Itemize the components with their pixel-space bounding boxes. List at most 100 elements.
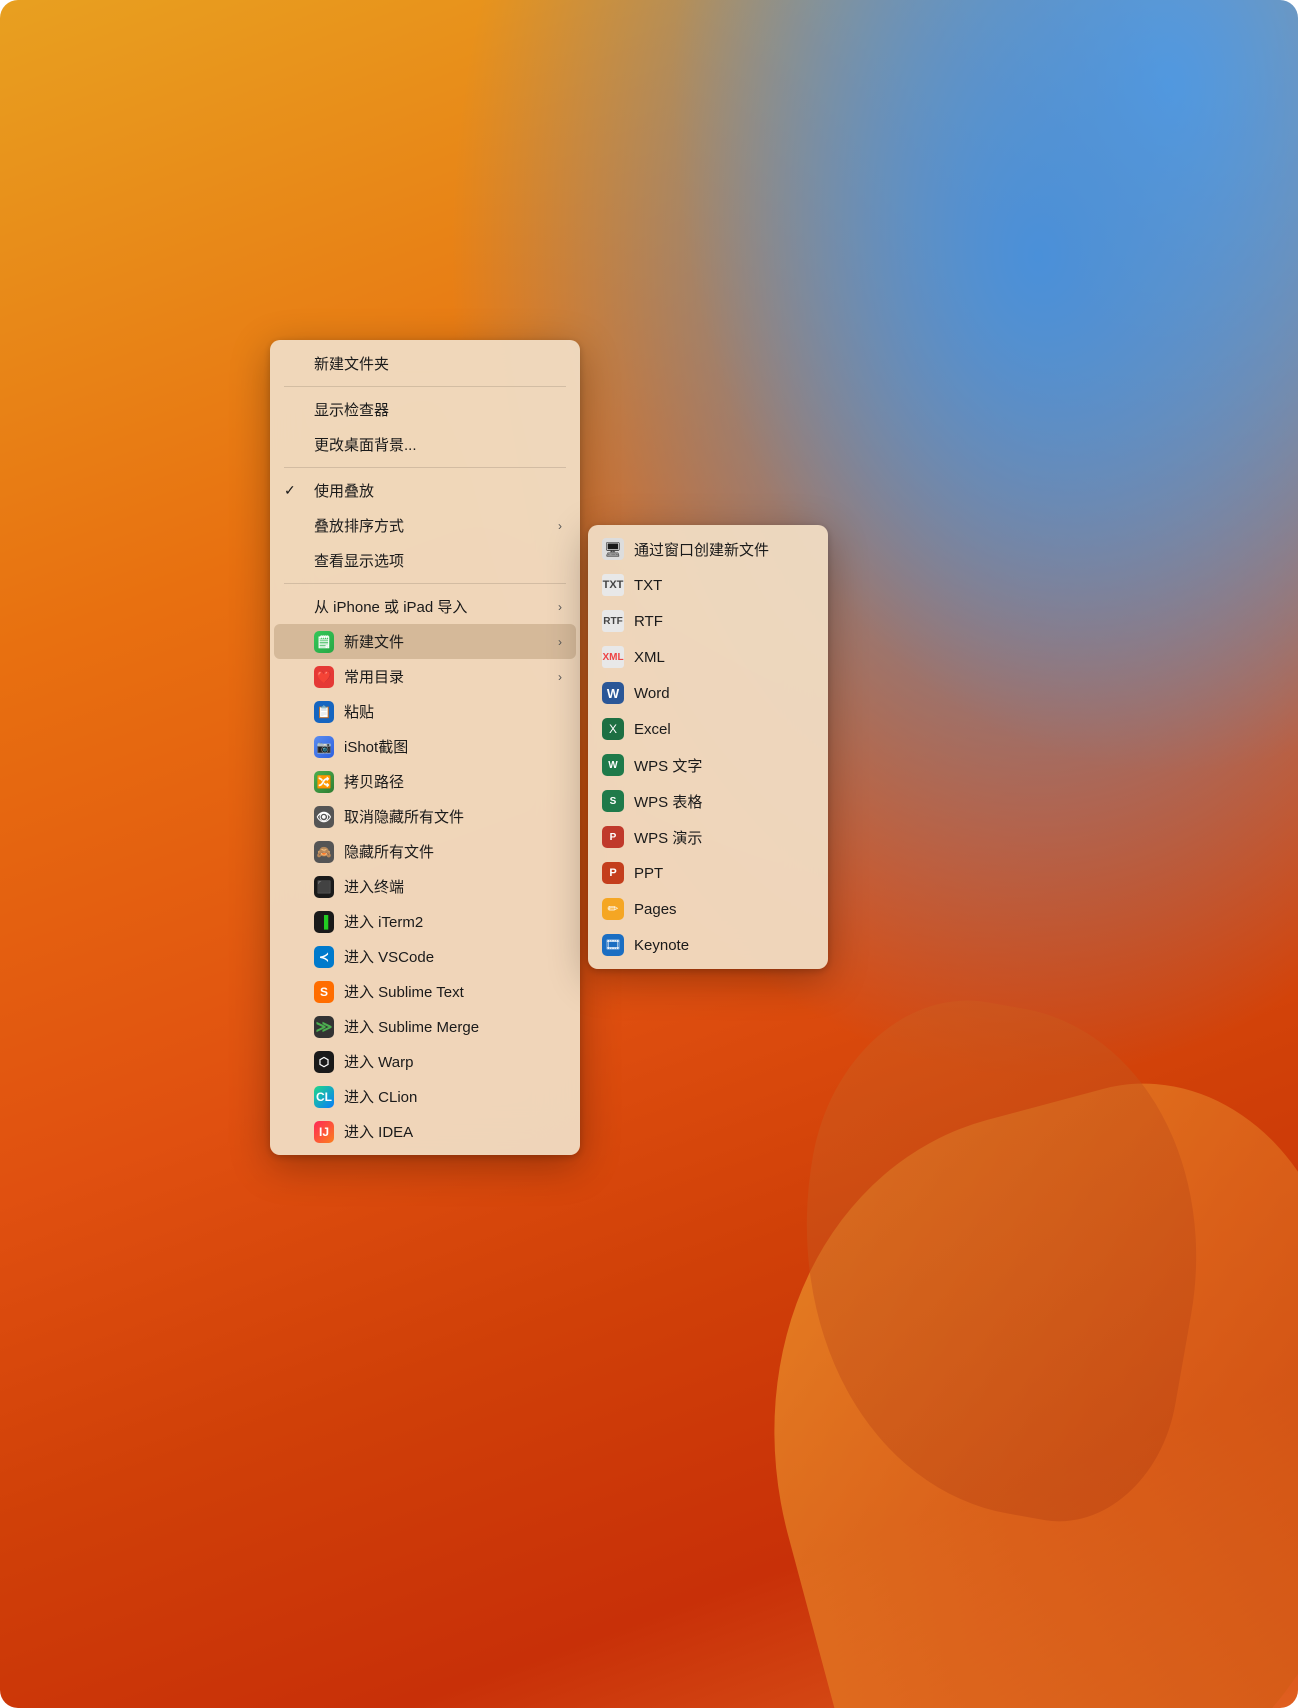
menu-item-terminal-label: 进入终端 (344, 876, 562, 897)
menu-item-ishot-label: iShot截图 (344, 736, 562, 757)
submenu-item-excel[interactable]: X Excel (588, 711, 828, 747)
menu-item-paste[interactable]: 📋 粘贴 (270, 694, 580, 729)
submenu-item-rtf[interactable]: RTF RTF (588, 603, 828, 639)
submenu-item-new-via-window-label: 通过窗口创建新文件 (634, 539, 769, 560)
sublime-merge-app-icon: ≫ (314, 1017, 334, 1037)
wps-text-icon: W (602, 754, 624, 776)
new-file-icon: 🗒 (314, 632, 334, 652)
excel-icon: X (602, 718, 624, 740)
clion-app-icon: CL (314, 1087, 334, 1107)
window-icon: 🖥 (602, 538, 624, 560)
context-menu-wrapper: 新建文件夹 显示检查器 更改桌面背景... ✓ 使用叠放 (270, 340, 580, 1155)
submenu-item-wps-table-label: WPS 表格 (634, 791, 702, 812)
menu-item-common-dirs[interactable]: ❤️ 常用目录 › (270, 659, 580, 694)
submenu-item-keynote[interactable]: 🎞 Keynote (588, 927, 828, 963)
menu-item-warp[interactable]: ⬡ 进入 Warp (270, 1044, 580, 1079)
clipboard-app-icon: 📋 (314, 702, 334, 722)
show-all-app-icon: 👁 (314, 807, 334, 827)
submenu-item-word[interactable]: W Word (588, 675, 828, 711)
warp-app-icon: ⬡ (314, 1052, 334, 1072)
submenu-item-wps-table[interactable]: S WPS 表格 (588, 783, 828, 819)
txt-icon: TXT (602, 574, 624, 596)
idea-app-icon: IJ (314, 1122, 334, 1142)
submenu-item-ppt-label: PPT (634, 865, 663, 882)
submenu-item-txt-label: TXT (634, 577, 662, 594)
submenu-item-pages[interactable]: ✏ Pages (588, 891, 828, 927)
menu-item-sublime-merge-label: 进入 Sublime Merge (344, 1016, 562, 1037)
menu-item-new-folder[interactable]: 新建文件夹 (270, 346, 580, 381)
submenu-item-ppt[interactable]: P PPT (588, 855, 828, 891)
submenu-item-new-via-window[interactable]: 🖥 通过窗口创建新文件 (588, 531, 828, 567)
desktop: 新建文件夹 显示检查器 更改桌面背景... ✓ 使用叠放 (0, 0, 1298, 1708)
submenu-item-wps-text[interactable]: W WPS 文字 (588, 747, 828, 783)
menu-item-hide-all-files[interactable]: 🙈 隐藏所有文件 (270, 834, 580, 869)
submenu-item-wps-present-label: WPS 演示 (634, 827, 702, 848)
menu-item-new-folder-label: 新建文件夹 (314, 353, 562, 374)
menu-item-idea[interactable]: IJ 进入 IDEA (270, 1114, 580, 1149)
menu-item-warp-label: 进入 Warp (344, 1051, 562, 1072)
menu-item-common-dirs-label: 常用目录 (344, 666, 548, 687)
ppt-icon: P (602, 862, 624, 884)
arrow-icon: › (558, 635, 562, 649)
ishot-app-icon: 📷 (314, 737, 334, 757)
wps-present-icon: P (602, 826, 624, 848)
menu-item-sublime-merge[interactable]: ≫ 进入 Sublime Merge (270, 1009, 580, 1044)
menu-item-terminal[interactable]: ⬛ 进入终端 (270, 869, 580, 904)
menu-item-view-options-label: 查看显示选项 (314, 550, 562, 571)
stacks-check: ✓ (284, 482, 304, 499)
separator-3 (284, 583, 566, 584)
menu-item-hide-all-label: 隐藏所有文件 (344, 841, 562, 862)
arrow-icon: › (558, 519, 562, 533)
submenu-item-xml[interactable]: XML XML (588, 639, 828, 675)
menu-item-sublime-text-label: 进入 Sublime Text (344, 981, 562, 1002)
menu-item-idea-label: 进入 IDEA (344, 1121, 562, 1142)
menu-item-show-inspector-label: 显示检查器 (314, 399, 562, 420)
vscode-app-icon: ≺ (314, 947, 334, 967)
arrow-icon: › (558, 670, 562, 684)
wps-table-icon: S (602, 790, 624, 812)
menu-item-import-iphone[interactable]: 从 iPhone 或 iPad 导入 › (270, 589, 580, 624)
menu-item-copy-path[interactable]: 🔀 拷贝路径 (270, 764, 580, 799)
menu-item-sublime-text[interactable]: S 进入 Sublime Text (270, 974, 580, 1009)
submenu-item-keynote-label: Keynote (634, 937, 689, 954)
menu-item-view-options[interactable]: 查看显示选项 (270, 543, 580, 578)
heart-app-icon: ❤️ (314, 667, 334, 687)
menu-item-ishot[interactable]: 📷 iShot截图 (270, 729, 580, 764)
context-menu: 新建文件夹 显示检查器 更改桌面背景... ✓ 使用叠放 (270, 340, 580, 1155)
copy-path-app-icon: 🔀 (314, 772, 334, 792)
pages-icon: ✏ (602, 898, 624, 920)
rtf-icon: RTF (602, 610, 624, 632)
menu-item-new-file[interactable]: 🗒 新建文件 › (274, 624, 576, 659)
menu-item-show-all-files[interactable]: 👁 取消隐藏所有文件 (270, 799, 580, 834)
menu-item-import-iphone-label: 从 iPhone 或 iPad 导入 (314, 596, 548, 617)
arrow-icon: › (558, 600, 562, 614)
menu-item-stack-order[interactable]: 叠放排序方式 › (270, 508, 580, 543)
separator-2 (284, 467, 566, 468)
menu-item-stack-order-label: 叠放排序方式 (314, 515, 548, 536)
keynote-icon: 🎞 (602, 934, 624, 956)
submenu-item-xml-label: XML (634, 649, 665, 666)
word-icon: W (602, 682, 624, 704)
menu-item-show-all-label: 取消隐藏所有文件 (344, 806, 562, 827)
xml-icon: XML (602, 646, 624, 668)
menu-item-change-wallpaper-label: 更改桌面背景... (314, 434, 562, 455)
menu-item-vscode-label: 进入 VSCode (344, 946, 562, 967)
menu-item-use-stacks-label: 使用叠放 (314, 480, 562, 501)
menu-item-iterm2-label: 进入 iTerm2 (344, 911, 562, 932)
menu-item-change-wallpaper[interactable]: 更改桌面背景... (270, 427, 580, 462)
submenu-item-txt[interactable]: TXT TXT (588, 567, 828, 603)
submenu-item-word-label: Word (634, 685, 670, 702)
menu-item-use-stacks[interactable]: ✓ 使用叠放 (270, 473, 580, 508)
menu-item-clion[interactable]: CL 进入 CLion (270, 1079, 580, 1114)
separator-1 (284, 386, 566, 387)
menu-item-vscode[interactable]: ≺ 进入 VSCode (270, 939, 580, 974)
menu-item-clion-label: 进入 CLion (344, 1086, 562, 1107)
submenu-item-pages-label: Pages (634, 901, 677, 918)
iterm2-app-icon: ▐ (314, 912, 334, 932)
menu-item-show-inspector[interactable]: 显示检查器 (270, 392, 580, 427)
submenu-item-wps-text-label: WPS 文字 (634, 755, 702, 776)
submenu-item-wps-present[interactable]: P WPS 演示 (588, 819, 828, 855)
menu-item-paste-label: 粘贴 (344, 701, 562, 722)
menu-item-iterm2[interactable]: ▐ 进入 iTerm2 (270, 904, 580, 939)
submenu-new-file: 🖥 通过窗口创建新文件 TXT TXT RTF RTF XML XML W W (588, 525, 828, 969)
